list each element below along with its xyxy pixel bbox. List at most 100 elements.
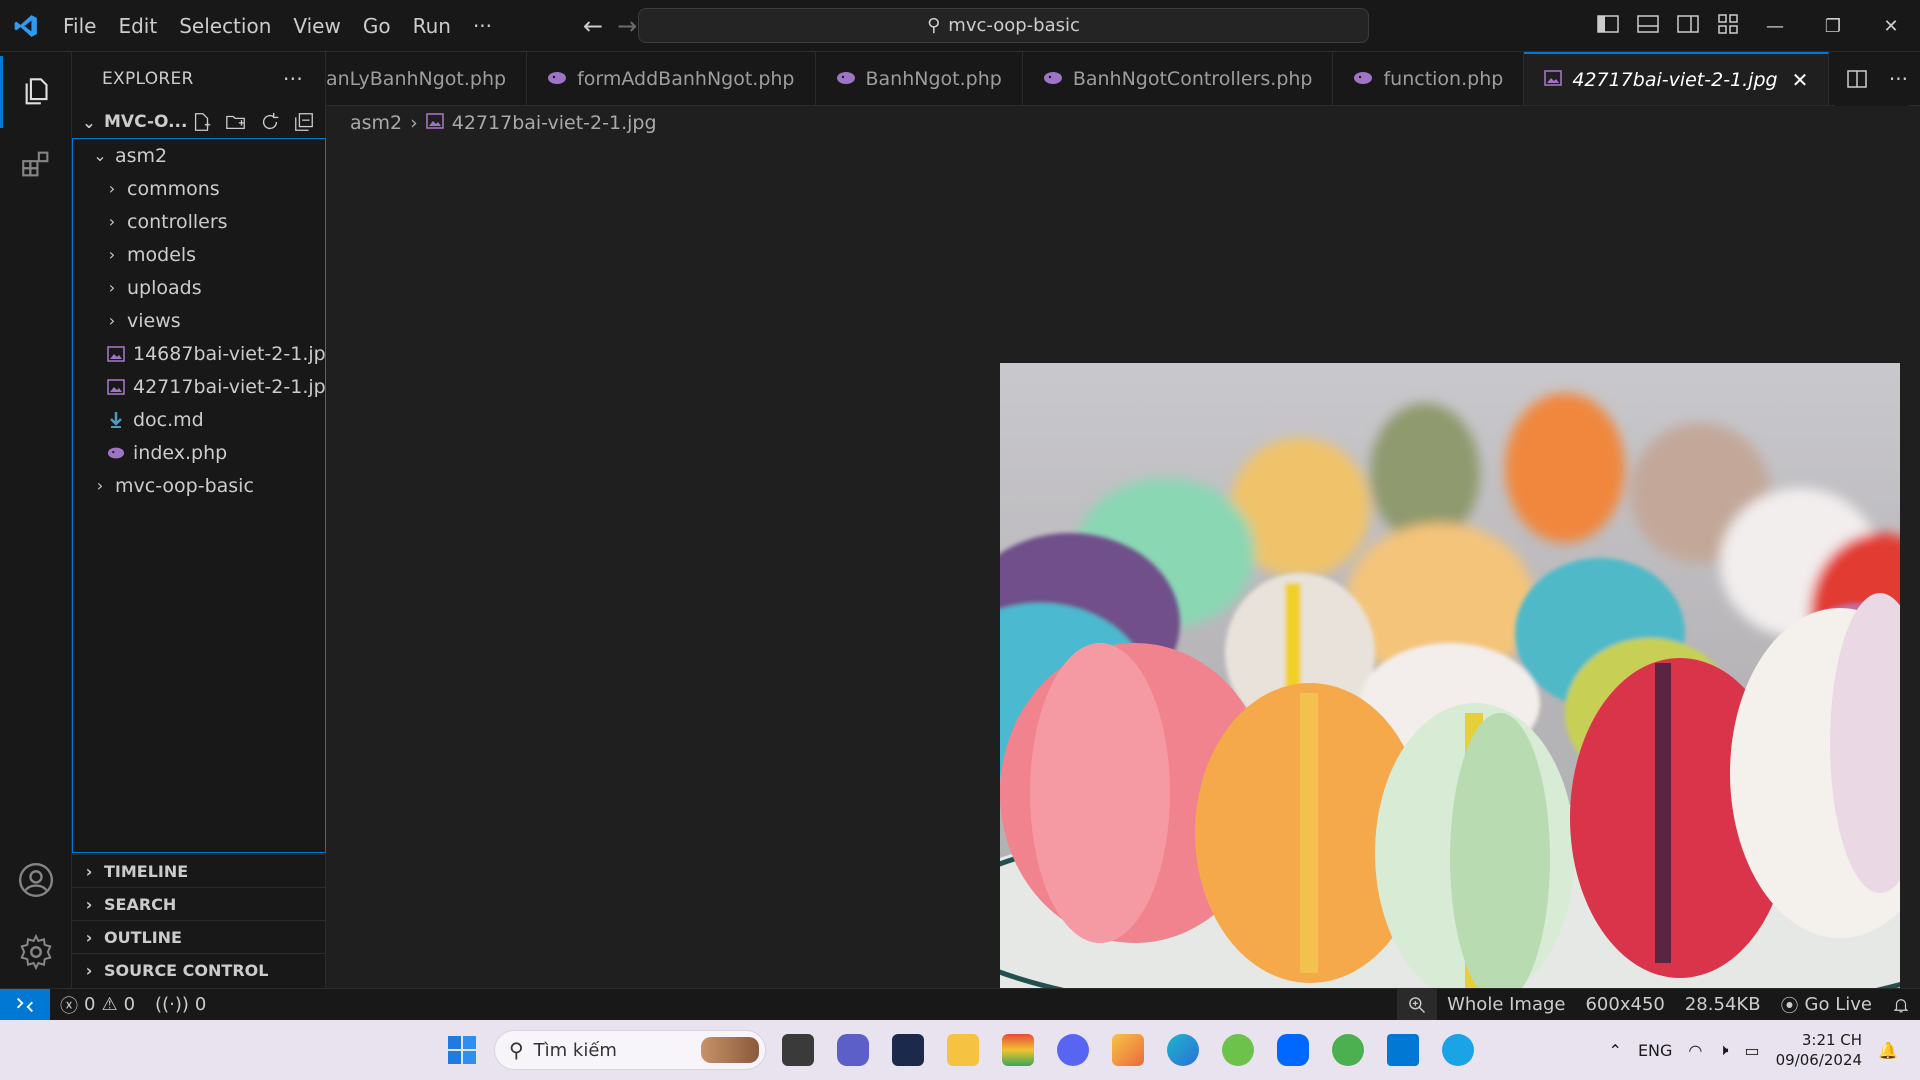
tree-item-asm2[interactable]: ⌄ asm2 bbox=[73, 139, 325, 172]
tree-item-label: uploads bbox=[127, 276, 202, 299]
problems-indicator[interactable]: ⓧ 0 ⚠ 0 bbox=[50, 989, 145, 1021]
toggle-secondary-sidebar-icon[interactable] bbox=[1676, 12, 1700, 36]
chevron-up-icon[interactable]: ⌃ bbox=[1609, 1041, 1622, 1060]
search-highlight-image bbox=[701, 1037, 759, 1063]
settings-gear-icon[interactable] bbox=[0, 916, 72, 988]
menu-edit[interactable]: Edit bbox=[107, 0, 168, 52]
section-timeline[interactable]: › TIMELINE bbox=[72, 854, 326, 887]
wifi-icon[interactable]: ◠ bbox=[1688, 1041, 1702, 1060]
menu-go[interactable]: Go bbox=[352, 0, 402, 52]
league-of-legends-icon[interactable] bbox=[892, 1034, 924, 1066]
refresh-icon[interactable] bbox=[259, 111, 281, 133]
tab-quanlybanhngot[interactable]: anLyBanhNgot.php bbox=[326, 52, 528, 105]
taskbar-search-box[interactable]: ⚲ Tìm kiếm bbox=[494, 1030, 766, 1070]
tab-function[interactable]: function.php bbox=[1333, 52, 1525, 105]
notification-bell-icon[interactable]: 🔔 bbox=[1878, 1041, 1898, 1060]
paint-app-icon[interactable] bbox=[1112, 1034, 1144, 1066]
image-file-icon bbox=[107, 345, 125, 363]
tab-banhngot[interactable]: BanhNgot.php bbox=[816, 52, 1023, 105]
workspace-folder-header[interactable]: ⌄ MVC-O... bbox=[72, 106, 325, 138]
php-icon bbox=[547, 68, 567, 90]
php-icon bbox=[1043, 68, 1063, 90]
coccoc-browser-icon[interactable] bbox=[1222, 1034, 1254, 1066]
menu-run[interactable]: Run bbox=[402, 0, 462, 52]
volume-icon[interactable]: 🕨 bbox=[1718, 1040, 1728, 1060]
teams-icon[interactable] bbox=[837, 1034, 869, 1066]
tree-item-image-42717[interactable]: 42717bai-viet-2-1.jpg bbox=[73, 370, 338, 403]
menu-view[interactable]: View bbox=[282, 0, 351, 52]
tree-item-index-php[interactable]: index.php bbox=[73, 436, 325, 469]
chevron-right-icon: › bbox=[85, 894, 93, 914]
task-view-icon[interactable] bbox=[782, 1034, 814, 1066]
tree-item-views[interactable]: › views bbox=[73, 304, 325, 337]
breadcrumb-folder[interactable]: asm2 bbox=[350, 112, 402, 134]
edge-browser-icon[interactable] bbox=[1167, 1034, 1199, 1066]
bluestacks-icon[interactable] bbox=[1002, 1034, 1034, 1066]
close-window-icon[interactable]: ✕ bbox=[1862, 0, 1920, 52]
tab-banhngotcontrollers[interactable]: BanhNgotControllers.php bbox=[1023, 52, 1334, 105]
zalo-icon[interactable] bbox=[1277, 1034, 1309, 1066]
tab-label: 42717bai-viet-2-1.jpg bbox=[1572, 69, 1778, 91]
command-center-search[interactable]: ⚲ mvc-oop-basic bbox=[638, 8, 1369, 43]
tree-item-commons[interactable]: › commons bbox=[73, 172, 325, 205]
windows-taskbar: ⚲ Tìm kiếm ⌃ ENG ◠ 🕨 ▭ 3:21 CH 09/06/202… bbox=[0, 1020, 1920, 1080]
chrome-icon[interactable] bbox=[1332, 1034, 1364, 1066]
section-outline[interactable]: › OUTLINE bbox=[72, 920, 326, 953]
section-source-control[interactable]: › SOURCE CONTROL bbox=[72, 953, 326, 986]
toggle-panel-icon[interactable] bbox=[1636, 12, 1660, 36]
section-search[interactable]: › SEARCH bbox=[72, 887, 326, 920]
vscode-taskbar-icon[interactable] bbox=[1387, 1034, 1419, 1066]
breadcrumb: asm2 › 42717bai-viet-2-1.jpg bbox=[350, 108, 657, 138]
discord-icon[interactable] bbox=[1057, 1034, 1089, 1066]
file-explorer-icon[interactable] bbox=[947, 1034, 979, 1066]
accounts-icon[interactable] bbox=[0, 844, 72, 916]
customize-layout-icon[interactable] bbox=[1716, 12, 1740, 36]
restore-icon[interactable]: ❐ bbox=[1804, 0, 1862, 52]
collapse-all-icon[interactable] bbox=[293, 111, 315, 133]
notifications-bell-icon[interactable] bbox=[1882, 989, 1920, 1021]
tree-item-models[interactable]: › models bbox=[73, 238, 325, 271]
go-live-button[interactable]: ⦿ Go Live bbox=[1771, 989, 1882, 1021]
section-label: SOURCE CONTROL bbox=[104, 960, 269, 980]
tab-formaddbanhngot[interactable]: formAddBanhNgot.php bbox=[527, 52, 816, 105]
zoom-mode[interactable]: Whole Image bbox=[1437, 989, 1575, 1021]
battery-icon[interactable]: ▭ bbox=[1744, 1041, 1759, 1060]
tree-item-doc-md[interactable]: doc.md bbox=[73, 403, 325, 436]
minimize-icon[interactable]: — bbox=[1746, 0, 1804, 52]
breadcrumb-file[interactable]: 42717bai-viet-2-1.jpg bbox=[452, 112, 657, 134]
activity-bar bbox=[0, 52, 72, 988]
remote-indicator-icon[interactable] bbox=[0, 988, 50, 1021]
ports-indicator[interactable]: ((·)) 0 bbox=[145, 989, 216, 1021]
search-icon: ⚲ bbox=[927, 15, 941, 36]
clock-date: 09/06/2024 bbox=[1775, 1051, 1863, 1069]
explorer-more-icon[interactable]: ··· bbox=[283, 67, 303, 91]
extensions-icon[interactable] bbox=[0, 128, 72, 200]
editor-more-icon[interactable]: ··· bbox=[1889, 67, 1908, 91]
input-language[interactable]: ENG bbox=[1638, 1041, 1672, 1060]
tree-item-mvc-oop-basic[interactable]: › mvc-oop-basic bbox=[73, 469, 325, 502]
forward-arrow-icon[interactable]: → bbox=[617, 12, 637, 40]
menu-more[interactable]: ··· bbox=[462, 0, 503, 52]
chevron-down-icon: ⌄ bbox=[82, 112, 96, 132]
tab-image-42717[interactable]: 42717bai-viet-2-1.jpg ✕ bbox=[1524, 52, 1830, 105]
tree-item-uploads[interactable]: › uploads bbox=[73, 271, 325, 304]
zoom-icon[interactable] bbox=[1397, 988, 1438, 1021]
menu-selection[interactable]: Selection bbox=[168, 0, 282, 52]
windows-start-icon[interactable] bbox=[446, 1034, 478, 1066]
menu-file[interactable]: File bbox=[52, 0, 107, 52]
back-arrow-icon[interactable]: ← bbox=[583, 12, 603, 40]
new-file-icon[interactable] bbox=[191, 111, 213, 133]
explorer-icon[interactable] bbox=[0, 56, 72, 128]
split-editor-icon[interactable] bbox=[1845, 67, 1869, 91]
chevron-right-icon: › bbox=[108, 311, 116, 330]
tree-item-controllers[interactable]: › controllers bbox=[73, 205, 325, 238]
ports-count: 0 bbox=[194, 994, 207, 1015]
close-tab-icon[interactable]: ✕ bbox=[1792, 68, 1809, 92]
go-live-label: Go Live bbox=[1804, 994, 1872, 1015]
toggle-primary-sidebar-icon[interactable] bbox=[1596, 12, 1620, 36]
new-folder-icon[interactable] bbox=[225, 111, 247, 133]
tree-item-image-14687[interactable]: 14687bai-viet-2-1.jpg bbox=[73, 337, 338, 370]
clock[interactable]: 3:21 CH 09/06/2024 bbox=[1776, 1030, 1862, 1070]
bird-app-icon[interactable] bbox=[1442, 1034, 1474, 1066]
php-file-icon bbox=[107, 444, 125, 462]
